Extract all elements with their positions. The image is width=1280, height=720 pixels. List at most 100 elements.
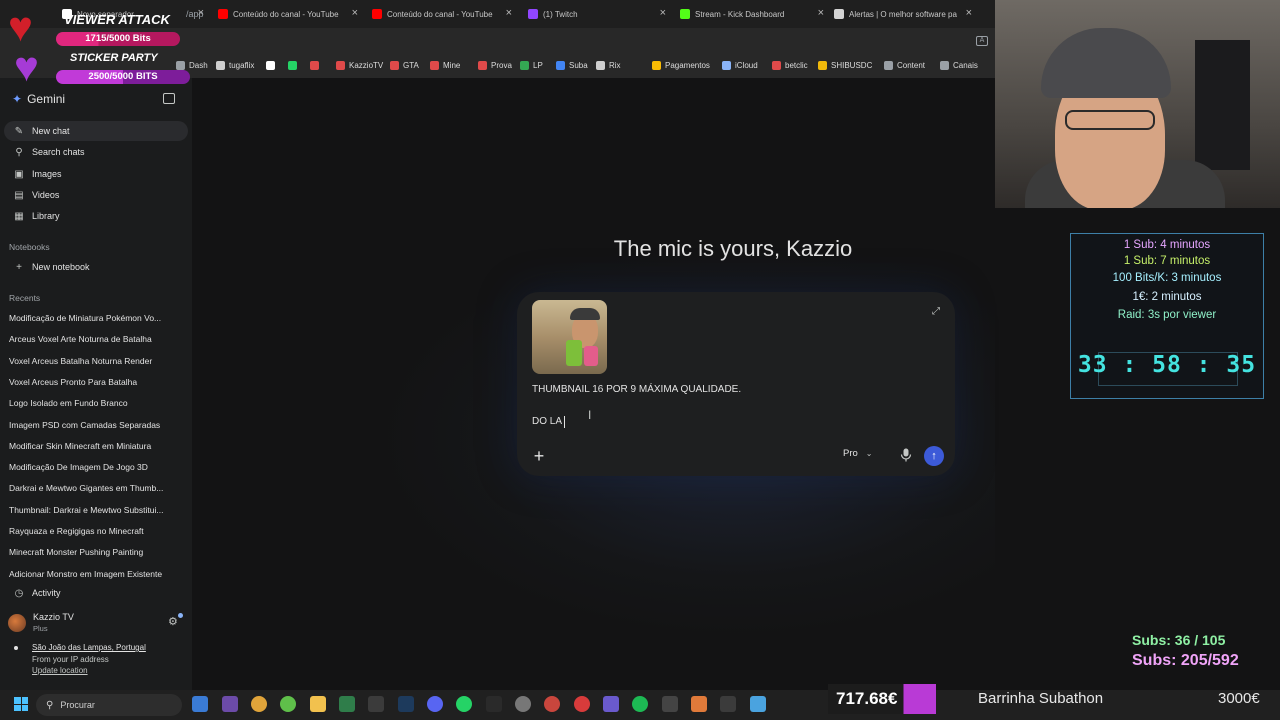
bookmark-item[interactable]: Rix bbox=[596, 61, 621, 70]
discord-icon[interactable] bbox=[427, 696, 443, 712]
recent-chat-item[interactable]: Adicionar Monstro em Imagem Existente bbox=[9, 569, 185, 579]
notification-dot bbox=[178, 613, 183, 618]
account-row[interactable]: Kazzio TV Plus bbox=[8, 612, 74, 633]
taskbar-app-icon[interactable] bbox=[222, 696, 238, 712]
translate-icon[interactable]: A bbox=[976, 36, 988, 46]
plus-icon: + bbox=[16, 261, 22, 273]
close-icon[interactable]: × bbox=[352, 7, 358, 19]
twitch-icon bbox=[528, 9, 538, 19]
spotify-icon[interactable] bbox=[632, 696, 648, 712]
recent-chat-item[interactable]: Modificar Skin Minecraft em Miniatura bbox=[9, 441, 185, 451]
search-icon: ⚲ bbox=[15, 146, 23, 158]
prompt-text-line[interactable]: DO LA bbox=[532, 416, 562, 427]
recent-chat-item[interactable]: Voxel Arceus Batalha Noturna Render bbox=[9, 356, 185, 366]
taskbar-app-icon[interactable] bbox=[486, 696, 502, 712]
tab-kick[interactable]: Stream - Kick Dashboard × bbox=[680, 4, 824, 24]
bookmark-item[interactable]: Prova bbox=[478, 61, 512, 70]
bookmark-item[interactable] bbox=[288, 61, 301, 70]
activity-button[interactable]: ◷ Activity bbox=[4, 583, 188, 603]
bookmark-item[interactable]: Canais bbox=[940, 61, 978, 70]
prompt-text-line[interactable]: THUMBNAIL 16 POR 9 MÁXIMA QUALIDADE. bbox=[532, 384, 741, 395]
bookmark-item[interactable]: iCloud bbox=[722, 61, 758, 70]
tab-twitch[interactable]: (1) Twitch × bbox=[528, 4, 666, 24]
model-selector[interactable]: Pro ⌄ bbox=[843, 448, 873, 459]
microphone-icon[interactable] bbox=[900, 448, 912, 462]
notepad-icon[interactable] bbox=[750, 696, 766, 712]
videos-button[interactable]: ▤ Videos bbox=[4, 185, 188, 205]
taskbar-app-icon[interactable] bbox=[662, 696, 678, 712]
tab-youtube-2[interactable]: Conteúdo do canal - YouTube × bbox=[372, 4, 512, 24]
recent-chat-item[interactable]: Minecraft Monster Pushing Painting bbox=[9, 547, 185, 557]
recent-chat-item[interactable]: Darkrai e Mewtwo Gigantes em Thumb... bbox=[9, 483, 185, 493]
chevron-down-icon: ⌄ bbox=[865, 449, 873, 458]
bookmark-item[interactable]: KazzioTV bbox=[336, 61, 383, 70]
recent-chat-item[interactable]: Thumbnail: Darkrai e Mewtwo Substitui... bbox=[9, 505, 185, 515]
close-icon[interactable]: × bbox=[506, 7, 512, 19]
bookmark-item[interactable]: GTA bbox=[390, 61, 419, 70]
recent-chat-item[interactable]: Imagem PSD com Camadas Separadas bbox=[9, 420, 185, 430]
bookmark-label: Canais bbox=[953, 61, 978, 70]
new-chat-button[interactable]: ✎ New chat bbox=[4, 121, 188, 141]
taskbar-app-icon[interactable] bbox=[544, 696, 560, 712]
settings-gear-icon[interactable]: ⚙ bbox=[168, 615, 178, 628]
bookmark-item[interactable]: Mine bbox=[430, 61, 460, 70]
bookmark-label: iCloud bbox=[735, 61, 758, 70]
close-icon[interactable]: × bbox=[660, 7, 666, 19]
bookmark-item[interactable]: Suba bbox=[556, 61, 588, 70]
tab-alerts[interactable]: Alertas | O melhor software pa × bbox=[834, 4, 972, 24]
recent-chat-item[interactable]: Modificação de Miniatura Pokémon Vo... bbox=[9, 313, 185, 323]
bookmark-item[interactable] bbox=[266, 61, 279, 70]
bookmark-item[interactable]: Pagamentos bbox=[652, 61, 710, 70]
folder-icon[interactable] bbox=[310, 696, 326, 712]
taskbar-app-icon[interactable] bbox=[574, 696, 590, 712]
close-icon[interactable]: × bbox=[966, 7, 972, 19]
images-button[interactable]: ▣ Images bbox=[4, 164, 188, 184]
send-button[interactable]: ↑ bbox=[924, 446, 944, 466]
bookmark-icon bbox=[884, 61, 893, 70]
taskbar-app-icon[interactable] bbox=[192, 696, 208, 712]
update-location-link[interactable]: Update location bbox=[32, 666, 88, 675]
location-place[interactable]: São João das Lampas, Portugal bbox=[32, 643, 146, 652]
bookmark-item[interactable]: betclic bbox=[772, 61, 808, 70]
windows-start-icon[interactable] bbox=[14, 697, 28, 711]
whatsapp-icon[interactable] bbox=[456, 696, 472, 712]
taskbar-app-icon[interactable] bbox=[368, 696, 384, 712]
search-chats-button[interactable]: ⚲ Search chats bbox=[4, 142, 188, 162]
photoshop-icon[interactable] bbox=[398, 696, 414, 712]
taskbar-app-icon[interactable] bbox=[280, 696, 296, 712]
app-logo[interactable]: ✦ Gemini bbox=[12, 92, 65, 106]
bookmark-item[interactable]: tugaflix bbox=[216, 61, 254, 70]
bookmark-item[interactable]: LP bbox=[520, 61, 543, 70]
bookmark-icon bbox=[478, 61, 487, 70]
youtube-icon bbox=[218, 9, 228, 19]
bits-progress-text: 2500/5000 BITS bbox=[88, 71, 158, 82]
taskbar-app-icon[interactable] bbox=[691, 696, 707, 712]
sidebar-toggle-icon[interactable] bbox=[163, 93, 175, 104]
bookmark-item[interactable]: Content bbox=[884, 61, 925, 70]
close-icon[interactable]: × bbox=[818, 7, 824, 19]
bookmark-item[interactable]: SHIBUSDC bbox=[818, 61, 872, 70]
chrome-icon[interactable] bbox=[251, 696, 267, 712]
steam-icon[interactable] bbox=[515, 696, 531, 712]
taskbar-app-icon[interactable] bbox=[720, 696, 736, 712]
tab-youtube-1[interactable]: Conteúdo do canal - YouTube × bbox=[218, 4, 358, 24]
webcam-glasses bbox=[1065, 110, 1155, 130]
taskbar-search[interactable]: ⚲ Procurar bbox=[36, 694, 182, 716]
new-notebook-button[interactable]: + New notebook bbox=[4, 257, 188, 277]
bookmark-icon bbox=[556, 61, 565, 70]
bookmark-item[interactable] bbox=[310, 61, 323, 70]
recent-chat-item[interactable]: Arceus Voxel Arte Noturna de Batalha bbox=[9, 334, 185, 344]
recent-chat-item[interactable]: Voxel Arceus Pronto Para Batalha bbox=[9, 377, 185, 387]
expand-icon[interactable]: ⤢ bbox=[932, 306, 940, 317]
attached-image-thumbnail[interactable] bbox=[532, 300, 607, 374]
taskbar-app-icon[interactable] bbox=[339, 696, 355, 712]
add-attachment-button[interactable]: + bbox=[529, 446, 549, 466]
bookmark-label: SHIBUSDC bbox=[831, 61, 873, 70]
subathon-bar-label: Barrinha Subathon bbox=[978, 690, 1104, 707]
taskbar-app-icon[interactable] bbox=[603, 696, 619, 712]
recent-chat-item[interactable]: Rayquaza e Regigigas no Minecraft bbox=[9, 526, 185, 536]
library-button[interactable]: ▦ Library bbox=[4, 206, 188, 226]
recent-chat-item[interactable]: Modificação De Imagem De Jogo 3D bbox=[9, 462, 185, 472]
rule-line: 1€: 2 minutos bbox=[1132, 291, 1202, 303]
recent-chat-item[interactable]: Logo Isolado em Fundo Branco bbox=[9, 398, 185, 408]
